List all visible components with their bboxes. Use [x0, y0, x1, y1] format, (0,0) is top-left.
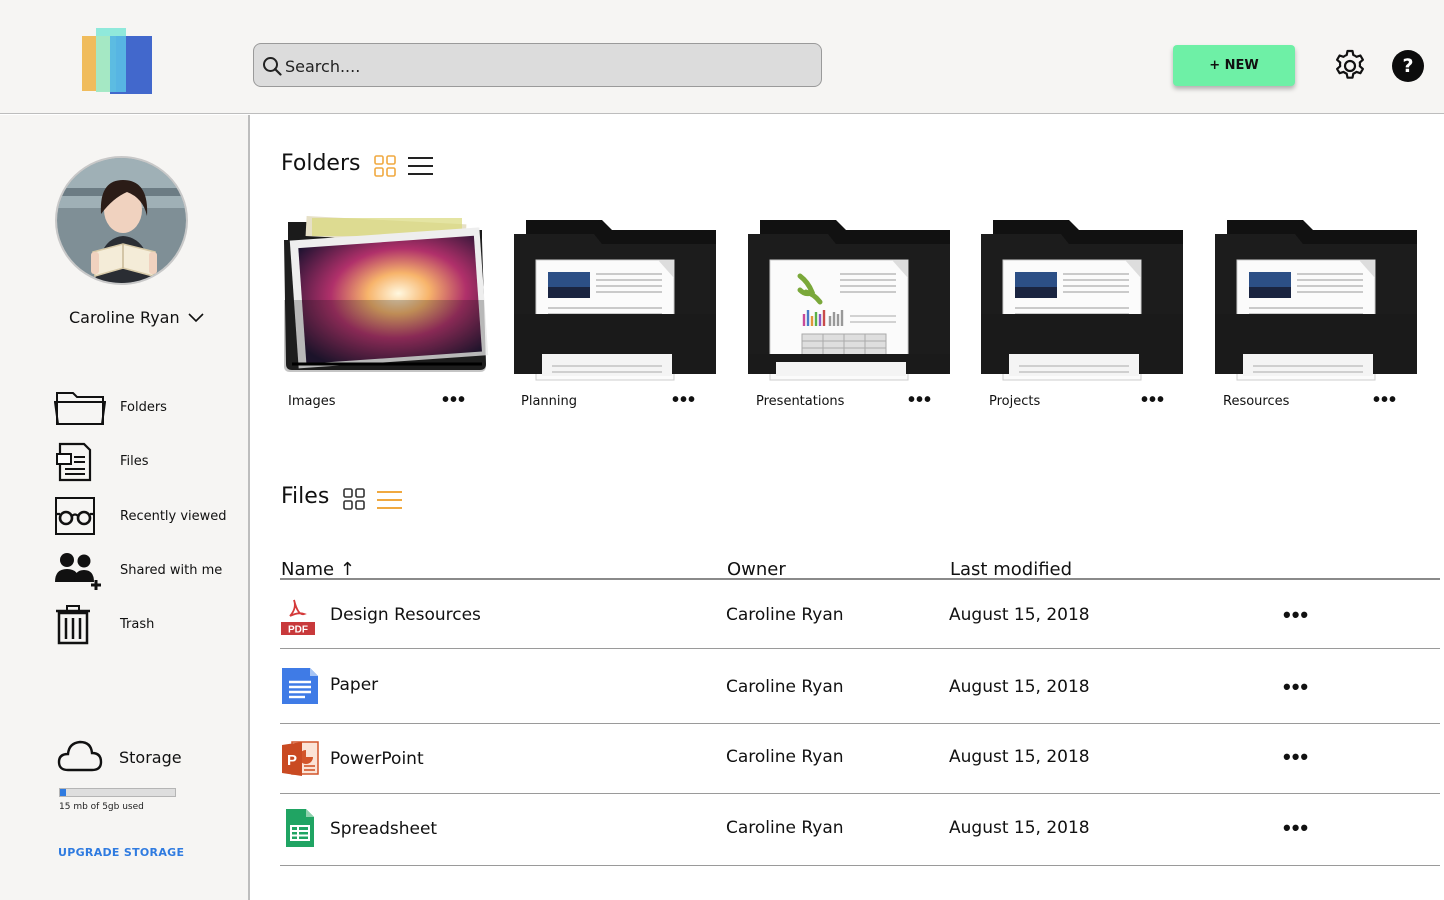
file-name[interactable]: Design Resources — [330, 605, 481, 625]
file-modified-date: August 15, 2018 — [949, 818, 1090, 838]
folders-section-title: Folders — [281, 151, 361, 176]
svg-text:PDF: PDF — [288, 625, 308, 636]
file-more-menu[interactable]: ••• — [1283, 604, 1309, 626]
folder-name: Resources — [1223, 394, 1290, 409]
table-row[interactable]: PDF Design Resources Caroline Ryan Augus… — [280, 580, 1440, 649]
shared-users-icon — [55, 553, 101, 590]
file-name[interactable]: Spreadsheet — [330, 819, 437, 839]
sidebar-item-files[interactable]: Files — [54, 439, 149, 483]
folder-name: Planning — [521, 394, 577, 409]
files-section-title: Files — [281, 484, 330, 509]
folder-more-menu[interactable]: ••• — [672, 390, 696, 410]
sidebar: Caroline Ryan Folders Files Recently vie… — [0, 115, 250, 900]
resources-folder-icon[interactable] — [1213, 214, 1423, 384]
search-icon — [263, 57, 282, 76]
sidebar-item-label: Shared with me — [120, 562, 223, 578]
folder-more-menu[interactable]: ••• — [1141, 390, 1165, 410]
file-more-menu[interactable]: ••• — [1283, 746, 1309, 768]
search-input[interactable] — [285, 52, 805, 80]
help-button[interactable]: ? — [1392, 50, 1424, 82]
file-owner: Caroline Ryan — [726, 677, 844, 697]
table-row[interactable]: Paper Caroline Ryan August 15, 2018 ••• — [280, 649, 1440, 724]
svg-text:P: P — [287, 752, 297, 769]
folder-card[interactable]: Projects ••• — [979, 214, 1189, 414]
list-view-icon[interactable] — [408, 156, 433, 176]
column-header-modified[interactable]: Last modified — [950, 559, 1072, 580]
upgrade-storage-link[interactable]: UPGRADE STORAGE — [58, 846, 184, 859]
user-menu[interactable]: Caroline Ryan — [69, 308, 204, 327]
column-header-name[interactable]: Name ↑ — [281, 559, 355, 580]
file-icon — [56, 442, 92, 482]
sidebar-item-recently-viewed[interactable]: Recently viewed — [54, 494, 227, 538]
folder-card[interactable]: Planning ••• — [512, 214, 722, 414]
storage-usage-bar — [59, 788, 176, 797]
new-button[interactable]: + NEW — [1173, 45, 1295, 86]
sidebar-item-trash[interactable]: Trash — [54, 602, 154, 646]
search-bar[interactable] — [253, 43, 822, 87]
spreadsheet-icon — [286, 809, 314, 847]
folder-more-menu[interactable]: ••• — [442, 390, 466, 410]
folder-more-menu[interactable]: ••• — [1373, 390, 1397, 410]
sidebar-item-shared-with-me[interactable]: Shared with me — [54, 548, 222, 592]
file-more-menu[interactable]: ••• — [1283, 676, 1309, 698]
doc-icon — [282, 668, 318, 704]
table-row[interactable]: P PowerPoint Caroline Ryan August 15, 20… — [280, 724, 1440, 794]
list-view-icon[interactable] — [377, 490, 402, 510]
file-modified-date: August 15, 2018 — [949, 605, 1090, 625]
file-owner: Caroline Ryan — [726, 818, 844, 838]
folder-name: Images — [288, 394, 336, 409]
folder-more-menu[interactable]: ••• — [908, 390, 932, 410]
file-name[interactable]: PowerPoint — [330, 749, 424, 769]
storage-label: Storage — [119, 748, 182, 767]
sidebar-item-folders[interactable]: Folders — [54, 385, 167, 429]
top-bar: + NEW ? — [0, 0, 1444, 114]
storage-usage-fill — [60, 789, 66, 796]
grid-view-icon[interactable] — [343, 488, 365, 510]
sidebar-item-label: Folders — [120, 399, 167, 415]
app-logo — [82, 28, 152, 94]
file-modified-date: August 15, 2018 — [949, 677, 1090, 697]
glasses-icon — [55, 497, 95, 535]
gear-icon[interactable] — [1332, 48, 1368, 84]
sidebar-item-label: Files — [120, 453, 149, 469]
folder-card[interactable]: Resources ••• — [1213, 214, 1423, 414]
file-more-menu[interactable]: ••• — [1283, 817, 1309, 839]
file-modified-date: August 15, 2018 — [949, 747, 1090, 767]
powerpoint-icon: P — [282, 741, 319, 776]
file-owner: Caroline Ryan — [726, 605, 844, 625]
trash-icon — [56, 605, 90, 645]
folder-name: Presentations — [756, 394, 845, 409]
user-name: Caroline Ryan — [69, 308, 180, 327]
folder-card[interactable]: Images ••• — [282, 214, 492, 414]
presentations-folder-icon[interactable] — [746, 214, 956, 384]
file-name[interactable]: Paper — [330, 675, 378, 695]
sidebar-item-label: Recently viewed — [120, 508, 227, 524]
sidebar-item-label: Trash — [120, 616, 155, 632]
avatar[interactable] — [55, 156, 188, 285]
table-row[interactable]: Spreadsheet Caroline Ryan August 15, 201… — [280, 794, 1440, 866]
cloud-icon — [57, 740, 103, 772]
grid-view-icon[interactable] — [374, 155, 396, 177]
file-owner: Caroline Ryan — [726, 747, 844, 767]
folder-card[interactable]: Presentations ••• — [746, 214, 956, 414]
planning-folder-icon[interactable] — [512, 214, 722, 384]
column-header-owner[interactable]: Owner — [727, 559, 786, 580]
pdf-icon: PDF — [281, 595, 315, 637]
images-folder-icon[interactable] — [282, 214, 492, 384]
projects-folder-icon[interactable] — [979, 214, 1189, 384]
folder-name: Projects — [989, 394, 1041, 409]
folder-icon — [54, 392, 106, 425]
chevron-down-icon — [188, 312, 204, 322]
storage-usage-text: 15 mb of 5gb used — [59, 802, 144, 812]
